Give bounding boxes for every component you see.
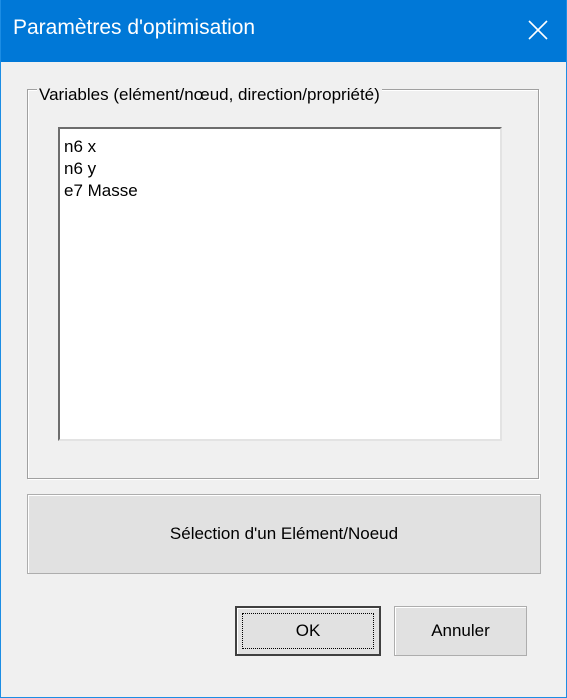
variables-group-legend: Variables (elément/nœud, direction/propr… <box>37 85 382 105</box>
cancel-button[interactable]: Annuler <box>394 606 527 656</box>
list-item[interactable]: n6 x <box>64 136 500 158</box>
cancel-label: Annuler <box>431 621 490 640</box>
options-dialog: Paramètres d'optimisation Variables (elé… <box>0 0 567 698</box>
select-element-node-button[interactable]: Sélection d'un Elément/Noeud <box>27 494 541 574</box>
title-bar[interactable]: Paramètres d'optimisation <box>1 0 566 62</box>
select-element-node-label: Sélection d'un Elément/Noeud <box>169 524 399 543</box>
close-button[interactable] <box>510 0 566 62</box>
list-item[interactable]: n6 y <box>64 158 500 180</box>
window-title: Paramètres d'optimisation <box>13 16 256 39</box>
list-item[interactable]: e7 Masse <box>64 180 500 202</box>
variables-listbox[interactable]: n6 x n6 y e7 Masse <box>58 127 502 441</box>
ok-button[interactable]: OK <box>235 606 381 656</box>
close-icon <box>528 20 548 40</box>
focus-rectangle <box>242 613 374 649</box>
